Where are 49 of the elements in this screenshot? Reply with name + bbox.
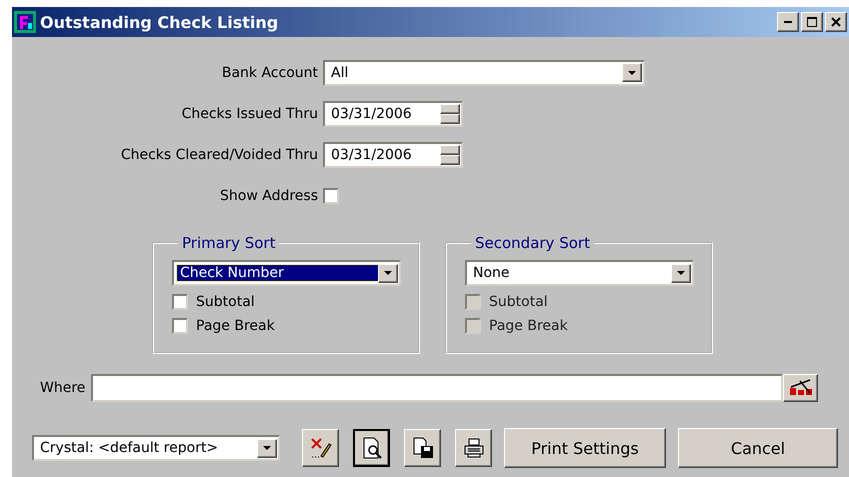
group-title: Primary Sort (181, 234, 276, 252)
dropdown-button[interactable] (622, 63, 642, 82)
minimize-button[interactable] (777, 12, 799, 32)
print-settings-button[interactable]: Print Settings (504, 428, 666, 468)
query-builder-button[interactable] (783, 374, 818, 402)
spin-down-button[interactable] (440, 154, 460, 164)
report-dropdown[interactable]: Crystal: <default report> (32, 435, 280, 461)
checkbox-label: Subtotal (489, 294, 548, 310)
cancel-button[interactable]: Cancel (678, 428, 838, 468)
chart-icon (788, 379, 814, 397)
print-icon[interactable] (455, 429, 492, 467)
spin-up-button[interactable] (440, 104, 460, 114)
close-icon (831, 17, 841, 27)
checkbox-label: Page Break (196, 318, 275, 334)
bank-account-dropdown[interactable]: All (323, 60, 645, 86)
field-label: Checks Cleared/Voided Thru (120, 146, 318, 162)
caret-icon (384, 271, 392, 275)
save-icon[interactable] (404, 429, 441, 467)
checkbox-label: Subtotal (196, 294, 255, 310)
checkbox[interactable] (172, 318, 188, 334)
caret-icon (263, 446, 271, 450)
group-title: Secondary Sort (474, 234, 591, 252)
window-title: Outstanding Check Listing (40, 12, 280, 32)
dropdown-button[interactable] (671, 264, 691, 282)
app-icon (14, 11, 36, 33)
date-field[interactable]: 03/31/2006 (323, 142, 463, 168)
field-label: Checks Issued Thru (180, 106, 318, 122)
checkbox[interactable] (323, 188, 339, 204)
edit-icon[interactable] (302, 429, 339, 467)
caret-icon (677, 271, 685, 275)
field-label: Show Address (219, 188, 318, 204)
date-field[interactable]: 03/31/2006 (323, 100, 463, 126)
minimize-icon (784, 21, 792, 23)
maximize-icon (807, 17, 817, 27)
maximize-button[interactable] (801, 12, 823, 32)
where-field[interactable] (91, 374, 784, 402)
preview-icon[interactable] (353, 429, 390, 467)
sort-dropdown[interactable]: Check Number (172, 260, 401, 286)
dropdown-button[interactable] (378, 264, 398, 282)
spin-down-button[interactable] (440, 114, 460, 124)
caret-icon (628, 70, 636, 74)
field-label: Bank Account (220, 64, 318, 80)
close-button[interactable] (825, 12, 847, 32)
spin-up-button[interactable] (440, 144, 460, 154)
checkbox-label: Page Break (489, 318, 568, 334)
sort-dropdown[interactable]: None (465, 260, 694, 286)
dropdown-button[interactable] (257, 438, 277, 458)
where-label: Where (40, 380, 86, 396)
checkbox[interactable] (172, 294, 188, 310)
